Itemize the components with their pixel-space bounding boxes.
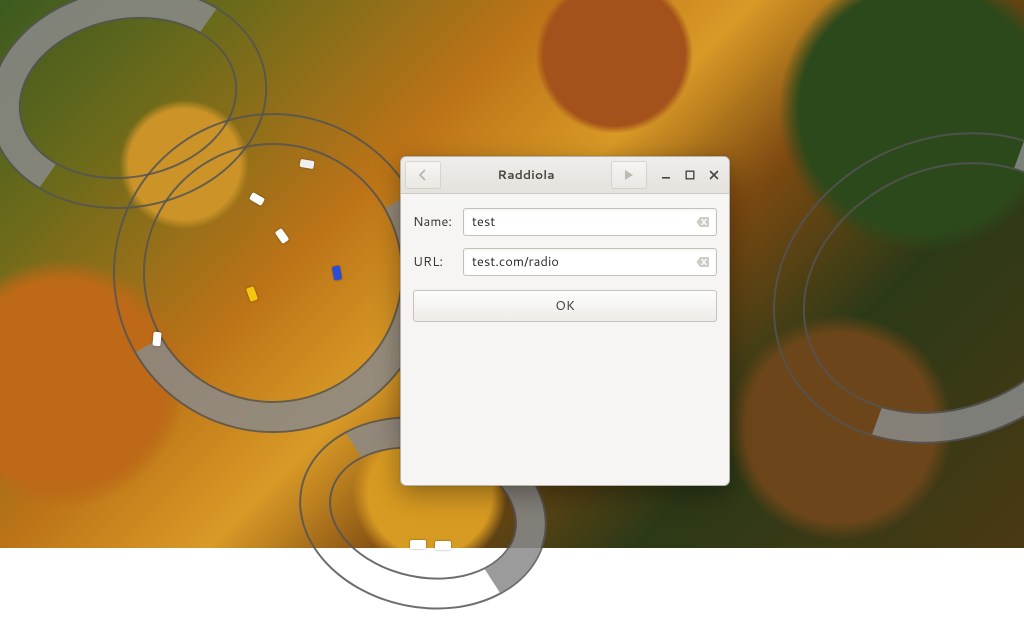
window-title: Raddiola xyxy=(445,166,607,184)
back-button[interactable] xyxy=(405,161,441,189)
titlebar[interactable]: Raddiola xyxy=(401,157,729,194)
wallpaper-decor xyxy=(724,79,1024,498)
window-content: Name: URL: OK xyxy=(401,194,729,485)
app-window: Raddiola xyxy=(400,156,730,486)
url-entry xyxy=(463,248,717,276)
play-button[interactable] xyxy=(611,161,647,189)
name-input[interactable] xyxy=(463,208,717,236)
close-icon xyxy=(709,170,719,180)
name-entry xyxy=(463,208,717,236)
maximize-icon xyxy=(685,170,695,180)
ok-button-label: OK xyxy=(555,297,575,315)
wallpaper-decor xyxy=(152,332,161,347)
maximize-button[interactable] xyxy=(679,164,701,186)
minimize-icon xyxy=(661,170,671,180)
url-row: URL: xyxy=(413,248,717,276)
ok-button[interactable]: OK xyxy=(413,290,717,322)
name-row: Name: xyxy=(413,208,717,236)
url-label: URL: xyxy=(413,253,455,271)
minimize-button[interactable] xyxy=(655,164,677,186)
arrow-left-icon xyxy=(417,169,429,181)
clear-icon[interactable] xyxy=(695,214,711,230)
close-button[interactable] xyxy=(703,164,725,186)
window-controls xyxy=(655,164,725,186)
name-label: Name: xyxy=(413,213,455,231)
wallpaper-decor xyxy=(435,541,451,550)
clear-icon[interactable] xyxy=(695,254,711,270)
url-input[interactable] xyxy=(463,248,717,276)
play-icon xyxy=(624,169,634,181)
